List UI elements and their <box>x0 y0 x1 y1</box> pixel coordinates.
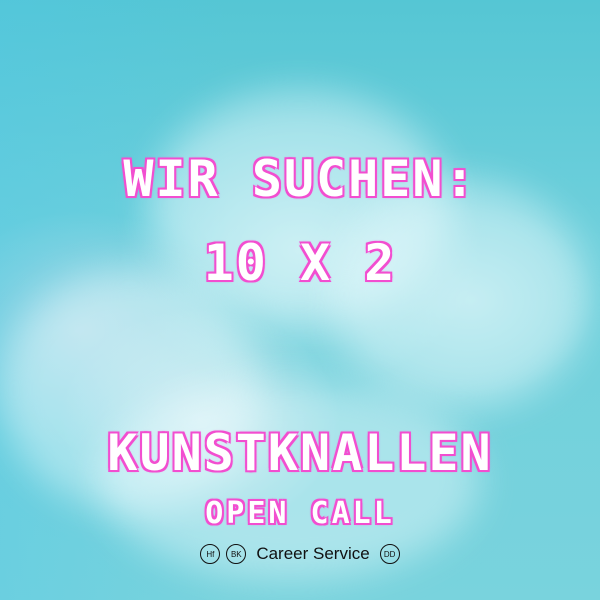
cloud-shape <box>330 180 590 410</box>
career-service-label: Career Service <box>256 544 370 563</box>
headline-line-1: WIR SUCHEN: <box>123 150 477 208</box>
event-title: KUNSTKNALLEN <box>107 424 493 482</box>
event-subtitle: OPEN CALL <box>205 496 395 531</box>
headline-line-2: 10 X 2 <box>203 234 397 292</box>
hf-logo-badge: Hf <box>200 544 221 564</box>
footer-logos: Hf BK Career Service DD <box>0 544 600 564</box>
bk-logo-badge: BK <box>226 544 247 564</box>
dd-logo-badge: DD <box>379 544 400 564</box>
poster: WIR SUCHEN: 10 X 2 KUNSTKNALLEN OPEN CAL… <box>0 0 600 600</box>
